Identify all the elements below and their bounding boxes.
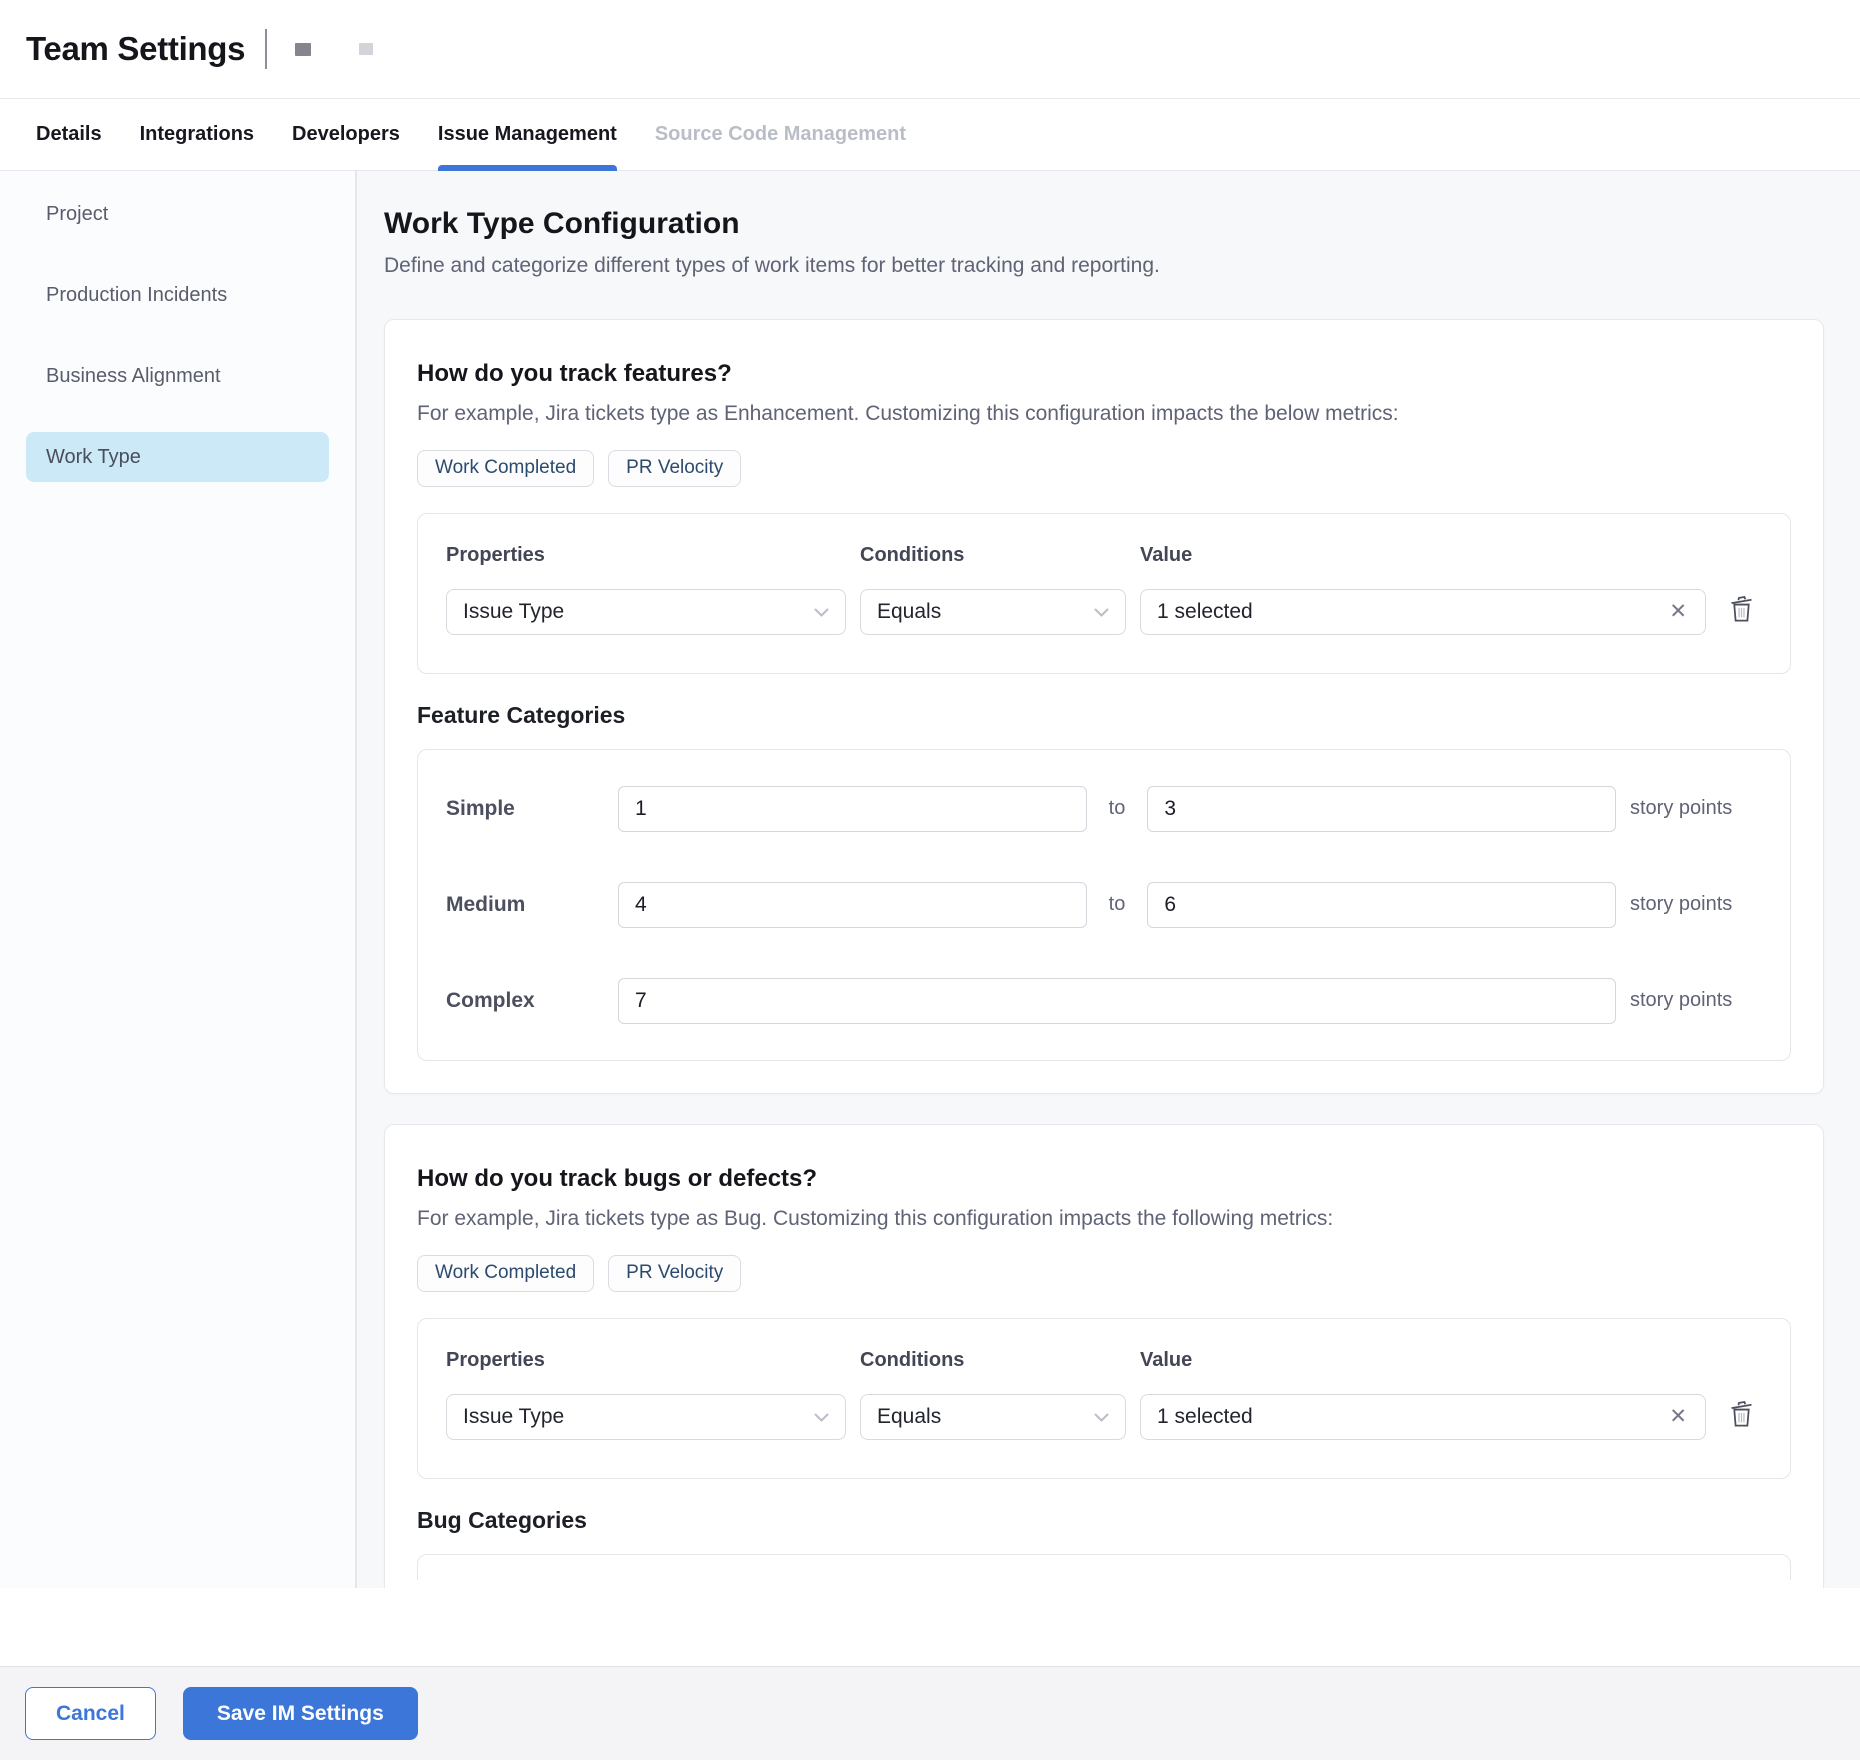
category-row-simple: Simple to story points [446, 786, 1762, 832]
features-filter-box: Properties Conditions Value Issue Type E… [417, 513, 1791, 674]
bug-categories-title: Bug Categories [417, 1507, 1791, 1534]
cancel-button[interactable]: Cancel [25, 1687, 156, 1740]
to-label: to [1109, 797, 1126, 820]
to-label: to [1109, 893, 1126, 916]
save-im-settings-button[interactable]: Save IM Settings [183, 1687, 418, 1740]
bugs-question: How do you track bugs or defects? [417, 1165, 1791, 1193]
trash-icon [1728, 1399, 1755, 1434]
clear-selection-icon[interactable]: ✕ [1667, 1404, 1689, 1429]
story-points-label: story points [1630, 989, 1762, 1012]
category-label: Complex [446, 989, 618, 1013]
story-points-label: story points [1630, 797, 1762, 820]
sidebar-item-business-alignment[interactable]: Business Alignment [26, 351, 329, 401]
delete-filter-button[interactable] [1720, 594, 1762, 629]
property-select[interactable]: Issue Type [446, 1394, 846, 1440]
category-label: Simple [446, 797, 618, 821]
story-points-label: story points [1630, 893, 1762, 916]
chevron-down-icon [814, 600, 829, 624]
body-row: Project Production Incidents Business Al… [0, 171, 1860, 1588]
features-description: For example, Jira tickets type as Enhanc… [417, 402, 1791, 426]
bugs-card: How do you track bugs or defects? For ex… [384, 1124, 1824, 1588]
page-title: Team Settings [26, 30, 245, 68]
category-row-medium: Medium to story points [446, 882, 1762, 928]
bugs-filter-box: Properties Conditions Value Issue Type E… [417, 1318, 1791, 1479]
features-metric-badges: Work Completed PR Velocity [417, 450, 1791, 487]
settings-sidebar: Project Production Incidents Business Al… [0, 171, 357, 1588]
sidebar-item-work-type[interactable]: Work Type [26, 432, 329, 482]
simple-to-input[interactable] [1147, 786, 1616, 832]
clear-selection-icon[interactable]: ✕ [1667, 599, 1689, 624]
tab-integrations[interactable]: Integrations [140, 99, 254, 170]
title-divider [265, 29, 267, 69]
value-multiselect[interactable]: 1 selected ✕ [1140, 1394, 1706, 1440]
delete-filter-button[interactable] [1720, 1399, 1762, 1434]
bugs-description: For example, Jira tickets type as Bug. C… [417, 1207, 1791, 1231]
tab-issue-management[interactable]: Issue Management [438, 99, 617, 170]
features-question: How do you track features? [417, 360, 1791, 388]
placeholder-icon-dark [295, 43, 311, 56]
value-multiselect[interactable]: 1 selected ✕ [1140, 589, 1706, 635]
features-card: How do you track features? For example, … [384, 319, 1824, 1094]
medium-from-input[interactable] [618, 882, 1087, 928]
condition-select[interactable]: Equals [860, 1394, 1126, 1440]
badge-work-completed: Work Completed [417, 1255, 594, 1292]
property-select-value: Issue Type [463, 600, 564, 624]
property-select-value: Issue Type [463, 1405, 564, 1429]
footer-gap [0, 1588, 1860, 1666]
tab-details[interactable]: Details [36, 99, 102, 170]
bug-categories-box [417, 1554, 1791, 1580]
sidebar-item-project[interactable]: Project [26, 189, 329, 239]
value-multiselect-value: 1 selected [1157, 1405, 1253, 1429]
property-select[interactable]: Issue Type [446, 589, 846, 635]
content-title: Work Type Configuration [384, 207, 1824, 241]
complex-from-input[interactable] [618, 978, 1616, 1024]
page-header: Team Settings [0, 0, 1860, 98]
tab-developers[interactable]: Developers [292, 99, 400, 170]
condition-select[interactable]: Equals [860, 589, 1126, 635]
trash-icon [1728, 594, 1755, 629]
category-row-complex: Complex story points [446, 978, 1762, 1024]
value-multiselect-value: 1 selected [1157, 600, 1253, 624]
feature-categories-title: Feature Categories [417, 702, 1791, 729]
footer-bar: Cancel Save IM Settings [0, 1666, 1860, 1760]
badge-work-completed: Work Completed [417, 450, 594, 487]
team-settings-page: Team Settings Details Integrations Devel… [0, 0, 1860, 1760]
content-area: Work Type Configuration Define and categ… [357, 171, 1860, 1588]
medium-to-input[interactable] [1147, 882, 1616, 928]
bugs-metric-badges: Work Completed PR Velocity [417, 1255, 1791, 1292]
tab-source-code-management[interactable]: Source Code Management [655, 99, 906, 170]
placeholder-icon-light [359, 43, 373, 55]
value-column-label: Value [1140, 544, 1706, 567]
badge-pr-velocity: PR Velocity [608, 1255, 741, 1292]
content-subtitle: Define and categorize different types of… [384, 254, 1824, 278]
conditions-column-label: Conditions [860, 544, 1126, 567]
feature-categories-box: Simple to story points Medium to story p… [417, 749, 1791, 1061]
conditions-column-label: Conditions [860, 1349, 1126, 1372]
simple-from-input[interactable] [618, 786, 1087, 832]
condition-select-value: Equals [877, 600, 941, 624]
settings-tab-bar: Details Integrations Developers Issue Ma… [0, 98, 1860, 171]
chevron-down-icon [814, 1405, 829, 1429]
value-column-label: Value [1140, 1349, 1706, 1372]
properties-column-label: Properties [446, 544, 846, 567]
sidebar-item-production-incidents[interactable]: Production Incidents [26, 270, 329, 320]
badge-pr-velocity: PR Velocity [608, 450, 741, 487]
properties-column-label: Properties [446, 1349, 846, 1372]
condition-select-value: Equals [877, 1405, 941, 1429]
category-label: Medium [446, 893, 618, 917]
chevron-down-icon [1094, 600, 1109, 624]
chevron-down-icon [1094, 1405, 1109, 1429]
